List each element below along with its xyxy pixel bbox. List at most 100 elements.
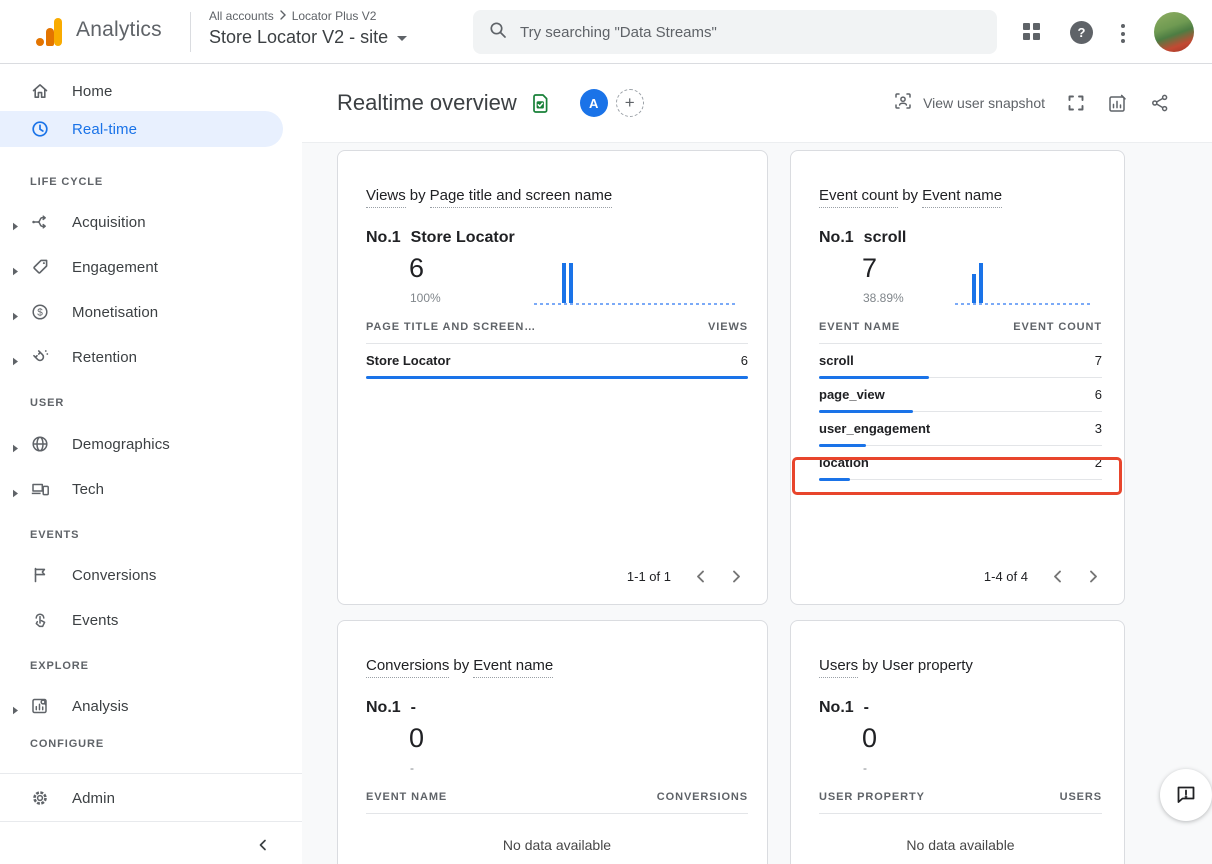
table-row: page_view 6 [819, 378, 1102, 412]
pagination-prev-icon[interactable] [693, 570, 707, 584]
collapse-sidebar-icon[interactable] [246, 830, 280, 860]
sidebar-item-home[interactable]: Home [0, 73, 283, 109]
add-comparison-icon[interactable]: + [616, 89, 644, 117]
sidebar-item-label: Demographics [72, 436, 170, 453]
edit-chart-icon[interactable] [1107, 93, 1128, 114]
dimension-link[interactable]: Page title and screen name [430, 187, 613, 208]
card-conversions: ConversionsbyEvent name No.1- 0 - EVENT … [337, 620, 768, 864]
column-value: VIEWS [708, 321, 748, 333]
sidebar-item-tech[interactable]: Tech [0, 471, 283, 507]
column-value: USERS [1060, 791, 1102, 803]
expand-arrow-icon[interactable] [12, 485, 19, 503]
analytics-logo-icon[interactable] [36, 18, 64, 46]
table-row: Store Locator 6 [366, 344, 748, 378]
expand-arrow-icon[interactable] [12, 353, 19, 371]
property-name: Store Locator V2 - site [209, 27, 388, 48]
sidebar-item-events[interactable]: Events [0, 602, 283, 638]
by-text: by [862, 657, 878, 674]
view-user-snapshot-button[interactable]: View user snapshot [893, 91, 1045, 116]
apps-grid-icon[interactable] [1022, 22, 1041, 41]
dimension-link[interactable]: Event name [473, 657, 553, 678]
by-text: by [410, 187, 426, 204]
sparkline-bar [562, 263, 566, 303]
sidebar-item-retention[interactable]: Retention [0, 339, 283, 375]
pagination: 1-4 of 4 [984, 569, 1100, 584]
top-bar: Analytics All accounts Locator Plus V2 S… [0, 0, 1212, 64]
pagination-label: 1-1 of 1 [627, 569, 671, 584]
metric-share: 38.89% [863, 291, 904, 305]
card-table: EVENT NAME CONVERSIONS [366, 791, 748, 814]
sidebar-item-label: Home [72, 83, 112, 100]
metric-link[interactable]: Conversions [366, 657, 449, 678]
realtime-data-ok-icon[interactable] [529, 93, 550, 114]
sidebar-item-real-time[interactable]: Real-time [0, 111, 283, 147]
pagination-next-icon[interactable] [1086, 570, 1100, 584]
column-dimension: USER PROPERTY [819, 791, 925, 803]
sidebar-item-label: Analysis [72, 698, 129, 715]
expand-arrow-icon[interactable] [12, 218, 19, 236]
logo-bar-tall [54, 18, 62, 46]
pagination-prev-icon[interactable] [1050, 570, 1064, 584]
expand-arrow-icon[interactable] [12, 308, 19, 326]
search-input[interactable] [520, 24, 981, 41]
sparkline-baseline [955, 303, 1090, 305]
metric-share: - [863, 761, 867, 775]
table-header: EVENT NAME CONVERSIONS [366, 791, 748, 814]
card-event-count: Event countbyEvent name No.1 scroll 7 38.… [790, 150, 1125, 605]
sidebar-item-analysis[interactable]: Analysis [0, 688, 283, 724]
expand-arrow-icon[interactable] [12, 702, 19, 720]
column-dimension: EVENT NAME [819, 321, 900, 333]
share-icon[interactable] [1150, 93, 1170, 113]
card-views-by-page-title: ViewsbyPage title and screen name No.1St… [337, 150, 768, 605]
sidebar-item-conversions[interactable]: Conversions [0, 557, 283, 593]
sidebar-section-explore: EXPLORE [30, 660, 89, 672]
breadcrumb-all-accounts[interactable]: All accounts [209, 9, 274, 23]
row-name: scroll [819, 353, 854, 368]
avatar[interactable] [1154, 12, 1194, 52]
card-title: UsersbyUser property [819, 657, 973, 674]
no-data-message: No data available [366, 837, 748, 853]
card-table: EVENT NAME EVENT COUNT scroll 7 page_vie… [819, 321, 1102, 480]
card-title: Event countbyEvent name [819, 187, 1002, 204]
no-data-message: No data available [819, 837, 1102, 853]
expand-arrow-icon[interactable] [12, 440, 19, 458]
sidebar-item-demographics[interactable]: Demographics [0, 426, 283, 462]
feedback-button[interactable] [1160, 769, 1212, 821]
rank-label: No.1 [819, 229, 854, 246]
dimension-link[interactable]: Event name [922, 187, 1002, 208]
sidebar-item-admin[interactable]: Admin [0, 780, 283, 816]
metric-value: 0 [409, 723, 424, 754]
row-value: 6 [1095, 387, 1102, 402]
pagination-next-icon[interactable] [729, 570, 743, 584]
pagination: 1-1 of 1 [627, 569, 743, 584]
metric-link[interactable]: Views [366, 187, 406, 208]
column-dimension: EVENT NAME [366, 791, 447, 803]
sidebar-item-label: Acquisition [72, 214, 146, 231]
search-bar[interactable] [473, 10, 997, 54]
sidebar-item-monetisation[interactable]: $ Monetisation [0, 294, 283, 330]
top-entry-name: - [411, 699, 416, 716]
card-title: ConversionsbyEvent name [366, 657, 553, 674]
comparison-chip[interactable]: A [580, 89, 608, 117]
sparkline-bar [972, 274, 976, 303]
more-menu-icon[interactable] [1119, 22, 1127, 45]
chevron-right-icon [279, 9, 287, 23]
help-icon[interactable]: ? [1070, 21, 1093, 44]
property-switcher[interactable]: Store Locator V2 - site [209, 27, 407, 48]
sidebar-item-engagement[interactable]: Engagement [0, 249, 283, 285]
analysis-icon [30, 696, 50, 716]
help-glyph: ? [1078, 25, 1086, 40]
expand-arrow-icon[interactable] [12, 263, 19, 281]
column-value: EVENT COUNT [1013, 321, 1102, 333]
metric-link[interactable]: Users [819, 657, 858, 678]
row-value: 6 [741, 353, 748, 368]
fullscreen-icon[interactable] [1067, 94, 1085, 112]
sidebar-item-label: Events [72, 612, 118, 629]
home-icon [30, 81, 50, 101]
breadcrumb-account[interactable]: Locator Plus V2 [292, 9, 377, 23]
metric-value: 7 [862, 253, 877, 284]
sidebar-item-acquisition[interactable]: Acquisition [0, 204, 283, 240]
metric-link[interactable]: Event count [819, 187, 898, 208]
column-dimension: PAGE TITLE AND SCREEN… [366, 321, 536, 333]
row-name: user_engagement [819, 421, 930, 436]
